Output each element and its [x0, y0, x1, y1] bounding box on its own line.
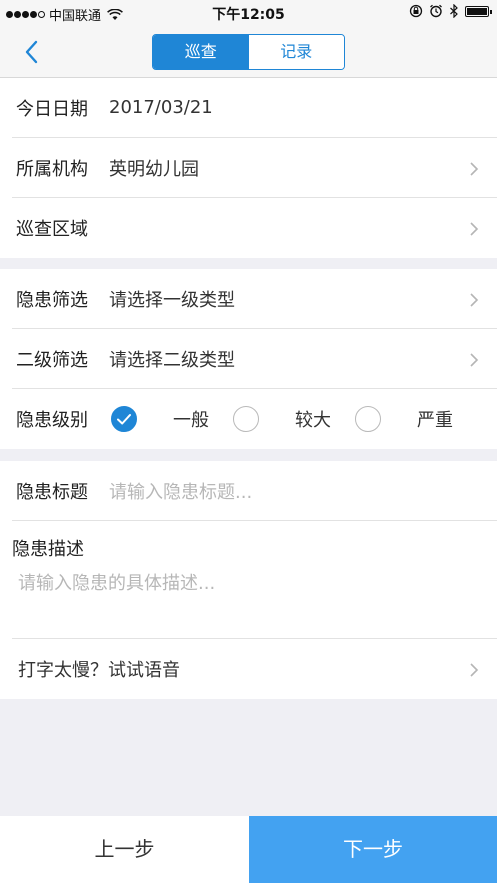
hazard-level-label: 隐患级别 [16, 410, 88, 431]
back-chevron-icon[interactable] [20, 38, 44, 66]
hazard-type-section: 隐患筛选 请选择一级类型 二级筛选 请选择二级类型 隐患级别 一般 较大 严重 [0, 269, 497, 449]
checkmark-icon [117, 414, 131, 425]
hazard-title-row: 隐患标题 请输入隐患标题... [12, 461, 497, 521]
level-major-radio[interactable] [233, 406, 259, 432]
nav-bar: 巡查 记录 [0, 26, 497, 78]
voice-input-row[interactable]: 打字太慢？试试语音 [12, 639, 497, 699]
hazard-level-options: 一般 较大 严重 [107, 406, 497, 432]
segmented-control: 巡查 记录 [152, 34, 345, 70]
previous-step-button[interactable]: 上一步 [0, 816, 249, 883]
secondary-filter-label: 二级筛选 [16, 349, 88, 371]
hazard-level-row: 隐患级别 一般 较大 严重 [12, 389, 497, 449]
battery-icon [465, 5, 492, 17]
hazard-description-input[interactable]: 请输入隐患的具体描述... [18, 569, 215, 595]
tab-patrol[interactable]: 巡查 [153, 35, 249, 69]
level-severe-label: 严重 [417, 410, 453, 431]
bluetooth-icon [450, 4, 458, 18]
patrol-area-row[interactable]: 巡查区域 [12, 198, 497, 258]
bottom-bar: 上一步 下一步 [0, 816, 497, 883]
chevron-right-icon [470, 162, 479, 176]
hazard-filter-value: 请选择一级类型 [109, 289, 235, 311]
level-severe-radio[interactable] [355, 406, 381, 432]
organization-label: 所属机构 [16, 158, 88, 180]
date-value: 2017/03/21 [109, 97, 213, 118]
chevron-right-icon [470, 353, 479, 367]
chevron-right-icon [470, 663, 479, 677]
hazard-filter-label: 隐患筛选 [16, 289, 88, 311]
date-row: 今日日期 2017/03/21 [12, 78, 497, 138]
hazard-filter-row[interactable]: 隐患筛选 请选择一级类型 [12, 269, 497, 329]
hazard-title-label: 隐患标题 [16, 481, 88, 503]
level-major-label: 较大 [295, 410, 331, 431]
secondary-filter-value: 请选择二级类型 [109, 349, 235, 371]
alarm-icon [430, 4, 442, 18]
basic-info-section: 今日日期 2017/03/21 所属机构 英明幼儿园 巡查区域 [0, 78, 497, 258]
next-step-button[interactable]: 下一步 [249, 816, 497, 883]
hazard-detail-section: 隐患标题 请输入隐患标题... 隐患描述 请输入隐患的具体描述... 打字太慢？… [0, 461, 497, 699]
chevron-right-icon [470, 222, 479, 236]
status-right [409, 4, 492, 18]
level-general-radio[interactable] [111, 406, 137, 432]
organization-value: 英明幼儿园 [109, 158, 199, 180]
status-bar: 中国联通 下午12:05 [0, 0, 497, 26]
voice-input-label: 打字太慢？试试语音 [18, 660, 180, 681]
hazard-title-input[interactable]: 请输入隐患标题... [109, 478, 252, 504]
level-general-label: 一般 [173, 410, 209, 431]
chevron-right-icon [470, 293, 479, 307]
hazard-description-block: 隐患描述 请输入隐患的具体描述... [12, 521, 497, 639]
hazard-description-label: 隐患描述 [12, 539, 84, 560]
secondary-filter-row[interactable]: 二级筛选 请选择二级类型 [12, 329, 497, 389]
organization-row[interactable]: 所属机构 英明幼儿园 [12, 138, 497, 198]
patrol-area-label: 巡查区域 [16, 219, 88, 240]
tab-records[interactable]: 记录 [248, 35, 344, 69]
screen: 中国联通 下午12:05 巡查 记录 今日日期 2017/03/21 所属机构 … [0, 0, 497, 883]
rotation-lock-icon [409, 4, 423, 18]
date-label: 今日日期 [16, 98, 88, 120]
